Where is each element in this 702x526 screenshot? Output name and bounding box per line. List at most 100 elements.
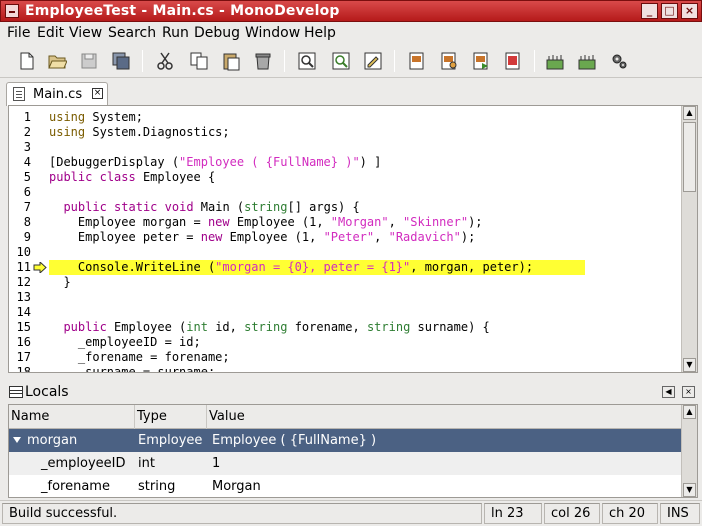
- copy-button[interactable]: [186, 48, 212, 74]
- find-button[interactable]: [294, 48, 320, 74]
- scroll-up-icon[interactable]: ▲: [683, 106, 696, 120]
- code-token: id,: [207, 320, 245, 334]
- delete-button[interactable]: [250, 48, 276, 74]
- status-insert-mode: INS: [660, 503, 700, 524]
- code-token: Employee (1,: [229, 215, 331, 229]
- execution-pointer-icon: [33, 262, 47, 273]
- code-token: "Radavich": [388, 230, 461, 244]
- scroll-down-icon[interactable]: ▼: [683, 483, 696, 497]
- paste-button[interactable]: [218, 48, 244, 74]
- menu-view[interactable]: View: [69, 25, 102, 41]
- rebuild-icon: [441, 52, 457, 70]
- pad-dock-icon[interactable]: ◀: [662, 386, 675, 398]
- pane-splitter-handle[interactable]: [345, 375, 357, 379]
- toolbar-separator: [394, 50, 395, 72]
- code-token: static: [114, 200, 158, 214]
- line-number: 15: [16, 320, 31, 334]
- locals-pad: Locals ◀ × Name Type Value morgan Employ…: [0, 382, 702, 498]
- menu-debug[interactable]: Debug: [194, 25, 240, 41]
- rebuild-button[interactable]: [436, 48, 462, 74]
- new-file-button[interactable]: [14, 48, 40, 74]
- paste-icon: [223, 53, 240, 71]
- build-solution-button[interactable]: [542, 48, 568, 74]
- code-text-area[interactable]: using System; using System.Diagnostics; [D…: [49, 106, 681, 372]
- run-button[interactable]: [468, 48, 494, 74]
- stop-button[interactable]: [500, 48, 526, 74]
- scrollbar-thumb[interactable]: [683, 122, 696, 192]
- column-header-name[interactable]: Name: [9, 405, 135, 429]
- table-row[interactable]: morgan Employee Employee ( {FullName} ): [9, 429, 683, 452]
- code-line[interactable]: _surname = surname;: [49, 365, 215, 372]
- locals-table[interactable]: Name Type Value morgan Employee Employee…: [8, 404, 698, 498]
- maximize-button[interactable]: □: [661, 3, 678, 19]
- delete-icon: [255, 53, 271, 70]
- code-editor[interactable]: 1 2 3 4 5 6 7 8 9 10 11 12 13 14 15 16 17 18 using System…: [8, 105, 698, 373]
- table-row[interactable]: _employeeID int 1: [9, 452, 683, 475]
- code-line[interactable]: _forename = forename;: [49, 350, 230, 365]
- title-bar: EmployeeTest - Main.cs - MonoDevelop _ □…: [0, 0, 702, 22]
- table-row[interactable]: _forename string Morgan: [9, 475, 683, 497]
- open-button[interactable]: [44, 48, 70, 74]
- row-name: _forename: [41, 479, 110, 494]
- menu-window[interactable]: Window: [245, 25, 300, 41]
- options-button[interactable]: [606, 48, 632, 74]
- line-number-gutter: 1 2 3 4 5 6 7 8 9 10 11 12 13 14 15 16 17 18: [9, 106, 47, 372]
- expand-arrow-icon[interactable]: [13, 437, 21, 443]
- save-all-button[interactable]: [108, 48, 134, 74]
- code-line[interactable]: public Employee (int id, string forename…: [49, 320, 489, 335]
- scroll-down-icon[interactable]: ▼: [683, 358, 696, 372]
- line-number: 14: [16, 305, 31, 319]
- code-line[interactable]: public static void Main (string[] args) …: [49, 200, 359, 215]
- column-header-type[interactable]: Type: [135, 405, 207, 429]
- line-number: 11: [16, 260, 31, 274]
- find-next-icon: [332, 52, 350, 70]
- minimize-button[interactable]: _: [641, 3, 658, 19]
- code-line[interactable]: _employeeID = id;: [49, 335, 201, 350]
- code-line[interactable]: Console.WriteLine ("morgan = {0}, peter …: [49, 260, 533, 275]
- locals-vertical-scrollbar[interactable]: ▲ ▼: [681, 405, 697, 497]
- code-token: );: [460, 230, 476, 244]
- line-number: 9: [23, 230, 31, 244]
- replace-button[interactable]: [360, 48, 386, 74]
- row-value: Morgan: [212, 479, 261, 494]
- code-line[interactable]: using System.Diagnostics;: [49, 125, 230, 140]
- menu-search[interactable]: Search: [108, 25, 156, 41]
- code-line[interactable]: Employee morgan = new Employee (1, "Morg…: [49, 215, 483, 230]
- tab-close-icon[interactable]: ×: [92, 88, 103, 99]
- code-token: public: [63, 200, 107, 214]
- menu-run[interactable]: Run: [162, 25, 189, 41]
- pad-close-icon[interactable]: ×: [682, 386, 695, 398]
- document-tabs: Main.cs ×: [0, 79, 702, 106]
- build-button[interactable]: [404, 48, 430, 74]
- window-menu-icon[interactable]: [5, 4, 19, 18]
- line-number: 1: [23, 110, 31, 124]
- menu-help[interactable]: Help: [304, 25, 336, 41]
- toolbar-separator: [284, 50, 285, 72]
- code-token: int: [186, 320, 208, 334]
- menu-file[interactable]: File: [7, 25, 30, 41]
- code-line[interactable]: [DebuggerDisplay ("Employee ( {FullName}…: [49, 155, 381, 170]
- close-button[interactable]: ×: [681, 3, 698, 19]
- code-line[interactable]: }: [49, 275, 70, 290]
- scroll-up-icon[interactable]: ▲: [683, 405, 696, 419]
- line-number: 5: [23, 170, 31, 184]
- editor-vertical-scrollbar[interactable]: ▲ ▼: [681, 106, 697, 372]
- find-next-button[interactable]: [328, 48, 354, 74]
- code-line[interactable]: Employee peter = new Employee (1, "Peter…: [49, 230, 475, 245]
- menu-edit[interactable]: Edit: [37, 25, 64, 41]
- line-number: 6: [23, 185, 31, 199]
- line-number: 2: [23, 125, 31, 139]
- tab-main-cs[interactable]: Main.cs ×: [6, 82, 108, 106]
- rebuild-solution-button[interactable]: [574, 48, 600, 74]
- line-number: 16: [16, 335, 31, 349]
- code-token: string: [366, 320, 411, 334]
- toolbar: [0, 44, 702, 78]
- code-line[interactable]: public class Employee {: [49, 170, 215, 185]
- status-line: ln 23: [484, 503, 542, 524]
- code-line[interactable]: using System;: [49, 110, 143, 125]
- save-button[interactable]: [76, 48, 102, 74]
- cut-button[interactable]: [152, 48, 178, 74]
- code-token: public: [49, 170, 93, 184]
- code-token: class: [99, 170, 136, 184]
- column-header-value[interactable]: Value: [207, 405, 683, 429]
